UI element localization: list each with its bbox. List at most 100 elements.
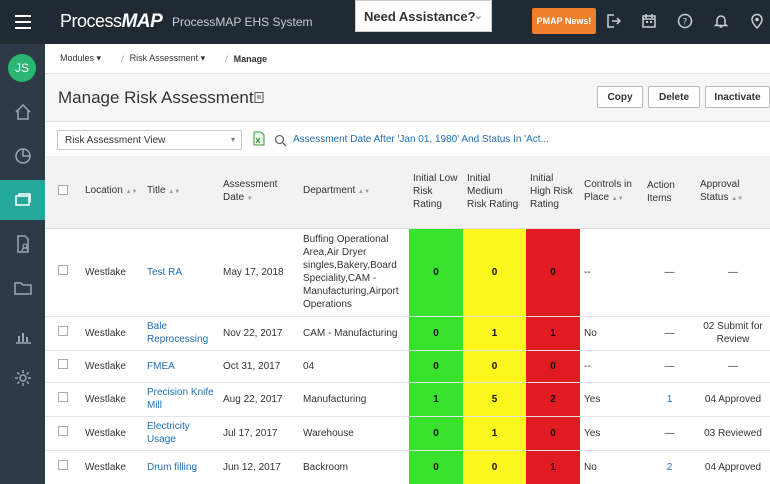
cell-medium-rating: 0	[463, 228, 526, 317]
logout-icon[interactable]	[604, 12, 622, 30]
chevron-down-icon: ⌄	[473, 10, 483, 22]
cell-action-items-link[interactable]: 1	[643, 382, 696, 417]
sidebar-item-records[interactable]	[0, 180, 45, 220]
cell-title-link[interactable]: FMEA	[143, 350, 219, 383]
cell-action-items: —	[643, 350, 696, 383]
sidebar-item-home[interactable]	[0, 92, 45, 132]
row-checkbox[interactable]	[45, 350, 81, 383]
row-checkbox[interactable]	[45, 382, 81, 417]
col-initial-medium[interactable]: Initial Medium Risk Rating	[463, 156, 526, 229]
cell-date: Oct 31, 2017	[219, 350, 299, 383]
row-checkbox[interactable]	[45, 450, 81, 484]
breadcrumb: Modules ▾ / Risk Assessment ▾ / Manage	[45, 44, 770, 74]
bell-icon[interactable]	[712, 12, 730, 30]
cell-location: Westlake	[81, 450, 143, 484]
cell-date: Nov 22, 2017	[219, 316, 299, 351]
col-controls[interactable]: Controls in Place ▲▼	[580, 156, 643, 229]
breadcrumb-risk-assessment[interactable]: Risk Assessment ▾	[130, 53, 206, 64]
cell-location: Westlake	[81, 382, 143, 417]
sort-icon: ▲▼	[125, 189, 138, 196]
cell-department: Buffing Operational Area,Air Dryer singl…	[299, 228, 409, 317]
col-approval-status[interactable]: Approval Status ▲▼	[696, 156, 770, 229]
row-checkbox[interactable]	[45, 316, 81, 351]
cell-department: Backroom	[299, 450, 409, 484]
cell-title-link[interactable]: Precision Knife Mill	[143, 382, 219, 417]
cell-title-link[interactable]: Bale Reprocessing	[143, 316, 219, 351]
pmap-news-button[interactable]: PMAP News!	[532, 8, 596, 34]
delete-button[interactable]: Delete	[648, 86, 700, 108]
sidebar: JS	[0, 44, 45, 484]
breadcrumb-modules[interactable]: Modules ▾	[60, 53, 101, 64]
cell-high-rating: 1	[526, 316, 580, 351]
home-icon	[14, 103, 31, 120]
cell-approval-status: —	[696, 350, 770, 383]
cell-medium-rating: 0	[463, 450, 526, 484]
sort-icon: ▲▼	[611, 195, 624, 202]
cell-controls: --	[580, 350, 643, 383]
sidebar-item-user-docs[interactable]	[0, 224, 45, 264]
copy-button[interactable]: Copy	[597, 86, 643, 108]
cell-low-rating: 1	[409, 382, 463, 417]
col-department[interactable]: Department ▲▼	[299, 156, 409, 229]
cell-low-rating: 0	[409, 228, 463, 317]
system-name: ProcessMAP EHS System	[172, 15, 313, 29]
table-row: Westlake Precision Knife Mill Aug 22, 20…	[45, 382, 770, 417]
location-pin-icon[interactable]	[748, 12, 766, 30]
excel-export-icon[interactable]	[253, 131, 265, 146]
user-document-icon	[16, 235, 29, 253]
cell-title-link[interactable]: Drum filling	[143, 450, 219, 484]
sort-icon: ▼	[246, 195, 253, 202]
row-checkbox[interactable]	[45, 228, 81, 317]
col-action-items[interactable]: Action Items	[643, 156, 696, 229]
col-initial-low[interactable]: Initial Low Risk Rating	[409, 156, 463, 229]
cell-department: Manufacturing	[299, 382, 409, 417]
cell-location: Westlake	[81, 416, 143, 451]
col-location[interactable]: Location ▲▼	[81, 156, 143, 229]
help-icon[interactable]: ?	[676, 12, 694, 30]
svg-text:?: ?	[683, 18, 688, 28]
calendar-icon[interactable]	[640, 12, 658, 30]
cell-approval-status: 03 Reviewed	[696, 416, 770, 451]
cell-controls: Yes	[580, 382, 643, 417]
brand-logo: ProcessMAP	[60, 11, 163, 32]
table-row: Westlake Bale Reprocessing Nov 22, 2017 …	[45, 316, 770, 351]
cell-medium-rating: 1	[463, 316, 526, 351]
sort-icon: ▲▼	[731, 195, 744, 202]
chevron-down-icon: ▾	[230, 135, 235, 144]
bookmark-icon[interactable]	[254, 92, 264, 104]
breadcrumb-current: Manage	[233, 53, 268, 64]
cell-action-items-link[interactable]: 2	[643, 450, 696, 484]
col-title[interactable]: Title ▲▼	[143, 156, 219, 229]
cell-medium-rating: 0	[463, 350, 526, 383]
cell-high-rating: 0	[526, 350, 580, 383]
table-row: Westlake Electricity Usage Jul 17, 2017 …	[45, 416, 770, 451]
cell-title-link[interactable]: Electricity Usage	[143, 416, 219, 451]
cell-low-rating: 0	[409, 450, 463, 484]
sidebar-item-settings[interactable]	[0, 358, 45, 398]
row-checkbox[interactable]	[45, 416, 81, 451]
cell-medium-rating: 5	[463, 382, 526, 417]
menu-icon[interactable]	[0, 0, 46, 44]
col-assessment-date[interactable]: Assessment Date ▼	[219, 156, 299, 229]
select-all-checkbox[interactable]	[45, 156, 81, 229]
table-row: Westlake Drum filling Jun 12, 2017 Backr…	[45, 450, 770, 484]
cell-title-link[interactable]: Test RA	[143, 228, 219, 317]
inactivate-button[interactable]: Inactivate	[705, 86, 770, 108]
table-row: Westlake Test RA May 17, 2018 Buffing Op…	[45, 228, 770, 317]
bar-chart-icon	[15, 333, 31, 344]
need-assistance-dropdown[interactable]: Need Assistance? ⌄	[355, 0, 492, 32]
sidebar-item-reports[interactable]	[0, 316, 45, 356]
sidebar-item-dashboard[interactable]	[0, 136, 45, 176]
col-initial-high[interactable]: Initial High Risk Rating	[526, 156, 580, 229]
sidebar-item-folders[interactable]	[0, 268, 45, 308]
sort-icon: ▲▼	[358, 189, 370, 196]
view-select[interactable]: Risk Assessment View ▾	[57, 130, 242, 150]
cell-medium-rating: 1	[463, 416, 526, 451]
search-icon[interactable]	[274, 134, 287, 147]
filter-criteria-link[interactable]: Assessment Date After 'Jan 01, 1980' And…	[293, 134, 549, 145]
cell-controls: No	[580, 450, 643, 484]
cell-low-rating: 0	[409, 416, 463, 451]
avatar[interactable]: JS	[8, 54, 36, 82]
cell-low-rating: 0	[409, 316, 463, 351]
cell-location: Westlake	[81, 350, 143, 383]
